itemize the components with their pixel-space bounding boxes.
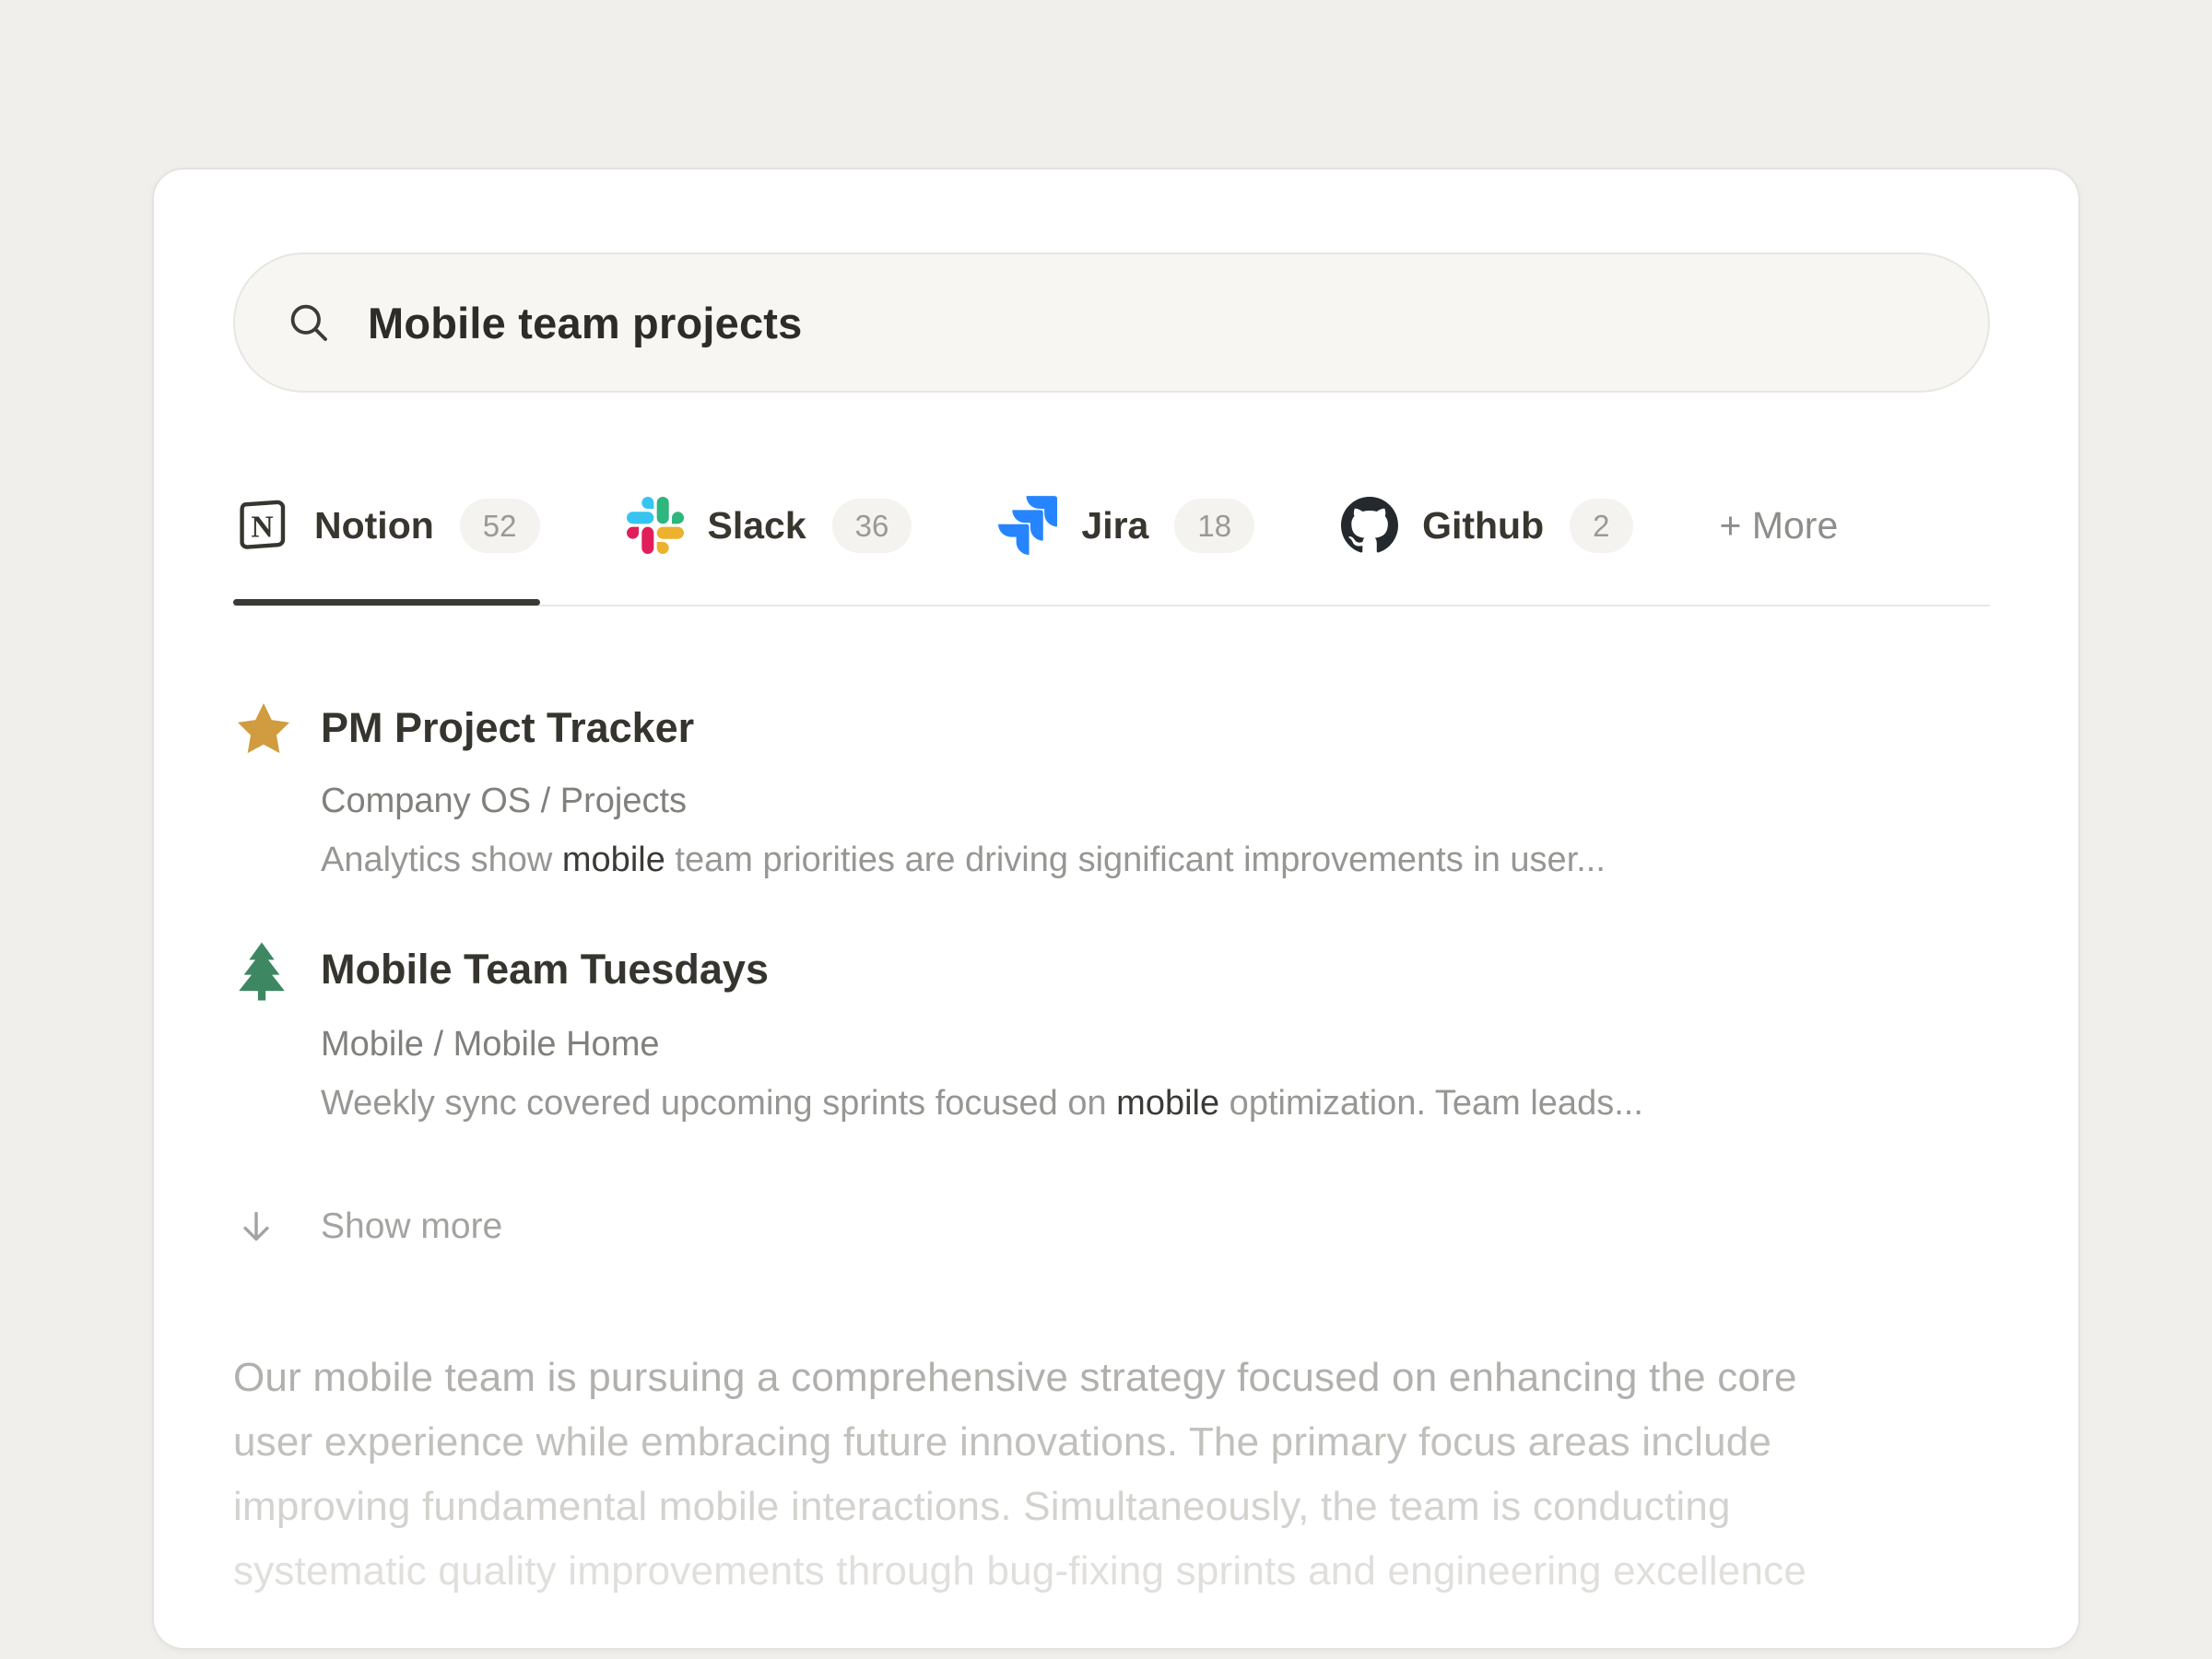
result-snippet: Weekly sync covered upcoming sprints foc… — [321, 1080, 1990, 1126]
result-snippet: Analytics show mobile team priorities ar… — [321, 837, 1990, 883]
svg-text:N: N — [251, 511, 273, 545]
tab-count-badge: 18 — [1174, 499, 1254, 553]
search-input[interactable]: Mobile team projects — [368, 298, 803, 348]
tab-slack[interactable]: Slack 36 — [627, 497, 912, 604]
search-icon — [287, 300, 331, 345]
result-mobile-team-tuesdays[interactable]: Mobile Team Tuesdays Mobile / Mobile Hom… — [233, 940, 1990, 1126]
highlighted-term: mobile — [1116, 1084, 1219, 1123]
more-tabs-button[interactable]: + More — [1720, 504, 1839, 597]
show-more-label: Show more — [321, 1204, 1990, 1250]
breadcrumb: Company OS / Projects — [321, 778, 1990, 824]
highlighted-term: mobile — [562, 841, 665, 879]
answer-line: Our mobile team is pursuing a comprehens… — [233, 1346, 1990, 1410]
tree-icon — [233, 940, 321, 1003]
ai-answer-preview: Our mobile team is pursuing a comprehens… — [233, 1346, 1990, 1604]
result-title: PM Project Tracker — [321, 699, 1990, 759]
search-modal: Mobile team projects N Notion 52 — [152, 168, 2080, 1650]
tab-count-badge: 52 — [460, 499, 540, 553]
answer-line: systematic quality improvements through … — [233, 1539, 1990, 1604]
search-bar[interactable]: Mobile team projects — [233, 253, 1990, 393]
source-tabs: N Notion 52 Slack 36 — [233, 496, 1990, 606]
tab-label: Notion — [314, 504, 434, 547]
tab-count-badge: 36 — [832, 499, 912, 553]
tab-label: Jira — [1081, 504, 1148, 547]
tab-notion[interactable]: N Notion 52 — [233, 497, 540, 604]
show-more-button[interactable]: Show more — [233, 1204, 1990, 1250]
tab-count-badge: 2 — [1570, 499, 1632, 553]
notion-icon: N — [233, 497, 290, 554]
tab-github[interactable]: Github 2 — [1341, 497, 1632, 604]
result-title: Mobile Team Tuesdays — [321, 940, 1990, 1003]
star-icon — [233, 699, 321, 759]
tab-label: Slack — [708, 504, 806, 547]
search-results: PM Project Tracker Company OS / Projects… — [233, 699, 1990, 1126]
answer-line: user experience while embracing future i… — [233, 1410, 1990, 1475]
arrow-down-icon — [233, 1206, 321, 1248]
github-icon — [1341, 497, 1398, 554]
jira-icon — [998, 496, 1057, 555]
tab-label: Github — [1422, 504, 1544, 547]
result-pm-project-tracker[interactable]: PM Project Tracker Company OS / Projects… — [233, 699, 1990, 883]
answer-line: improving fundamental mobile interaction… — [233, 1475, 1990, 1539]
slack-icon — [627, 497, 684, 554]
tab-jira[interactable]: Jira 18 — [998, 496, 1254, 605]
breadcrumb: Mobile / Mobile Home — [321, 1021, 1990, 1067]
